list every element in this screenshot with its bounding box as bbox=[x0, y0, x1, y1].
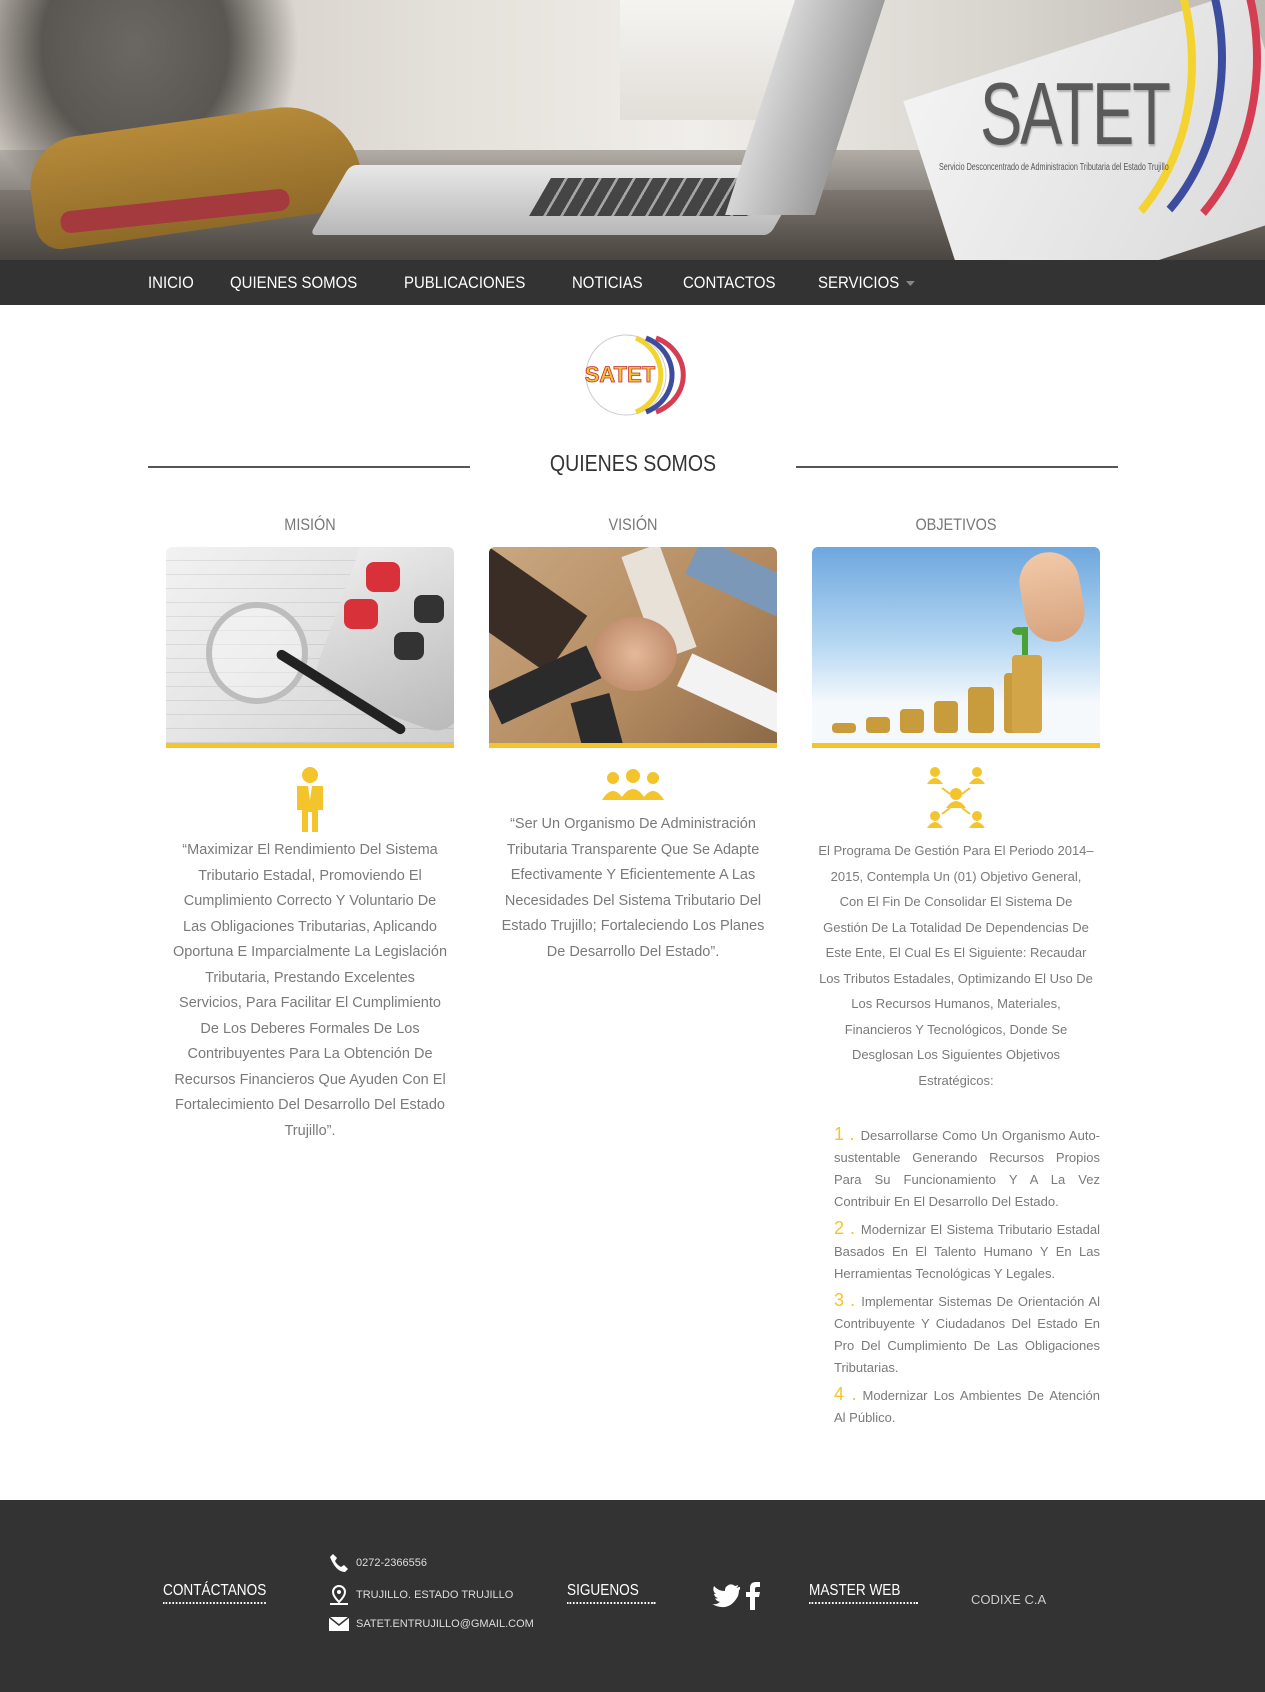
contact-title: CONTÁCTANOS bbox=[163, 1582, 267, 1604]
footer-address-text: TRUJILLO. ESTADO TRUJILLO bbox=[356, 1589, 514, 1601]
nav-item-inicio[interactable]: INICIO bbox=[148, 260, 194, 305]
list-item: 2 . Modernizar El Sistema Tributario Esta… bbox=[834, 1217, 1100, 1285]
nav-item-label: QUIENES SOMOS bbox=[229, 273, 358, 292]
person-icon bbox=[297, 767, 323, 832]
list-item-number: 4 . bbox=[834, 1384, 857, 1404]
section-header: QUIENES SOMOS bbox=[148, 450, 1118, 480]
list-item-number: 3 . bbox=[834, 1290, 856, 1310]
nav-item-label: INICIO bbox=[148, 273, 194, 292]
mail-icon bbox=[328, 1616, 350, 1631]
network-icon bbox=[927, 767, 985, 828]
footer-email-text: SATET.ENTRUJILLO@GMAIL.COM bbox=[356, 1618, 534, 1630]
list-item: 4 . Modernizar Los Ambientes De Atención … bbox=[834, 1383, 1100, 1429]
list-item-text: Modernizar El Sistema Tributario Estadal… bbox=[834, 1222, 1100, 1281]
hero-banner: SATET Servicio Desconcentrado de Adminis… bbox=[0, 0, 1265, 260]
location-icon bbox=[330, 1584, 348, 1605]
facebook-icon[interactable] bbox=[745, 1580, 761, 1610]
footer-address: TRUJILLO. ESTADO TRUJILLO bbox=[328, 1584, 513, 1606]
nav-item-label: SERVICIOS bbox=[817, 273, 900, 292]
nav-item-label: NOTICIAS bbox=[572, 273, 644, 292]
footer-email[interactable]: SATET.ENTRUJILLO@GMAIL.COM bbox=[328, 1616, 534, 1632]
list-item: 1 . Desarrollarse Como Un Organismo Auto-… bbox=[834, 1123, 1100, 1213]
follow-title: SIGUENOS bbox=[567, 1582, 656, 1604]
footer-phone[interactable]: 0272-2366556 bbox=[328, 1552, 427, 1574]
list-item-number: 1 . bbox=[834, 1124, 855, 1144]
mision-image bbox=[166, 547, 454, 748]
team-icon bbox=[602, 769, 664, 800]
list-item-text: Modernizar Los Ambientes De Atención Al … bbox=[834, 1388, 1100, 1425]
nav-item-publicaciones[interactable]: PUBLICACIONES bbox=[404, 260, 525, 305]
twitter-icon[interactable] bbox=[712, 1584, 740, 1608]
brand-name: SATET bbox=[980, 64, 1171, 163]
nav-item-quienes-somos[interactable]: QUIENES SOMOS bbox=[230, 260, 357, 305]
master-web-name[interactable]: CODIXE C.A bbox=[971, 1592, 1046, 1607]
mision-text: “Maximizar El Rendimiento Del Sistema Tr… bbox=[172, 842, 448, 1139]
footer: CONTÁCTANOS 0272-2366556 TRUJILLO. ESTAD… bbox=[0, 1500, 1265, 1692]
brand-subtitle: Servicio Desconcentrado de Administracio… bbox=[939, 162, 1169, 173]
caret-down-icon bbox=[906, 281, 915, 287]
vision-column: VISIÓN “Ser Un Organismo De Administraci… bbox=[489, 515, 777, 965]
objetivos-text: El Programa De Gestión Para El Periodo 2… bbox=[818, 843, 1094, 1088]
list-item-text: Implementar Sistemas De Orientación Al C… bbox=[834, 1294, 1100, 1375]
list-item-text: Desarrollarse Como Un Organismo Auto-sus… bbox=[834, 1128, 1101, 1209]
phone-icon bbox=[330, 1554, 348, 1572]
master-web-title: MASTER WEB bbox=[809, 1582, 918, 1604]
nav-item-servicios[interactable]: SERVICIOS bbox=[818, 260, 915, 305]
objetivos-list: 1 . Desarrollarse Como Un Organismo Auto-… bbox=[834, 1123, 1100, 1429]
section-title: QUIENES SOMOS bbox=[549, 450, 717, 476]
satet-logo: SATET bbox=[566, 330, 696, 420]
list-item: 3 . Implementar Sistemas De Orientación A… bbox=[834, 1289, 1100, 1379]
divider-right bbox=[796, 466, 1118, 468]
objetivos-title: OBJETIVOS bbox=[915, 515, 997, 534]
nav-item-noticias[interactable]: NOTICIAS bbox=[572, 260, 643, 305]
objetivos-column: OBJETIVOS El Programa De Gestión Para El… bbox=[812, 515, 1100, 1433]
vision-title: VISIÓN bbox=[608, 515, 658, 534]
objetivos-image bbox=[812, 547, 1100, 748]
nav-item-contactos[interactable]: CONTACTOS bbox=[683, 260, 776, 305]
vision-text: “Ser Un Organismo De Administración Trib… bbox=[501, 816, 765, 960]
mision-title: MISIÓN bbox=[284, 515, 336, 534]
list-item-number: 2 . bbox=[834, 1218, 855, 1238]
main-nav: INICIO QUIENES SOMOS PUBLICACIONES NOTIC… bbox=[0, 260, 1265, 305]
logo-text: SATET bbox=[585, 362, 656, 387]
nav-item-label: PUBLICACIONES bbox=[404, 273, 526, 292]
vision-image bbox=[489, 547, 777, 748]
mision-column: MISIÓN “Maximizar El Rendimiento Del Sis… bbox=[166, 515, 454, 1144]
nav-item-label: CONTACTOS bbox=[682, 273, 776, 292]
footer-phone-text: 0272-2366556 bbox=[356, 1557, 427, 1569]
